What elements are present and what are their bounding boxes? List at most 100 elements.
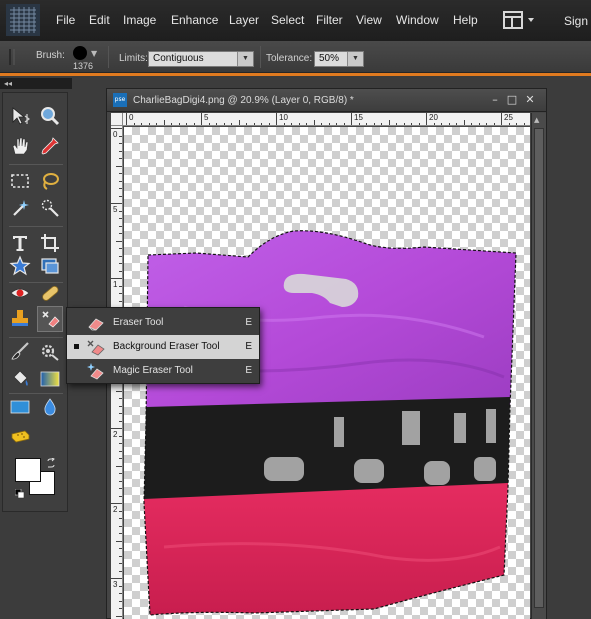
ruler-tick	[516, 123, 517, 125]
scroll-up-icon[interactable]: ▲	[534, 116, 539, 124]
options-grip-icon	[9, 49, 15, 65]
ruler-tick	[119, 143, 122, 144]
swap-colors-icon[interactable]	[46, 458, 56, 468]
ruler-tick	[111, 203, 122, 204]
background-eraser-tool-option[interactable]: Background Eraser Tool E	[67, 335, 259, 359]
ruler-origin	[111, 113, 123, 126]
spot-healing-tool[interactable]	[37, 280, 63, 306]
toolbox	[2, 92, 68, 512]
menu-help[interactable]: Help	[453, 13, 478, 27]
smart-brush-tool[interactable]	[37, 338, 63, 364]
ruler-tick	[119, 473, 122, 474]
ruler-tick	[508, 123, 510, 125]
ruler-tick	[119, 233, 122, 234]
ruler-tick	[523, 123, 525, 125]
move-tool[interactable]	[7, 103, 33, 129]
menu-layer[interactable]: Layer	[229, 13, 259, 27]
ruler-label: 25	[504, 113, 513, 122]
ruler-tick	[119, 285, 122, 287]
vertical-scrollbar[interactable]: ▲	[531, 113, 546, 619]
paintbrush-icon	[11, 342, 29, 360]
ruler-tick	[283, 123, 285, 125]
pse-badge: pse	[113, 93, 127, 107]
ruler-tick	[411, 123, 412, 125]
menu-filter[interactable]: Filter	[316, 13, 343, 27]
eraser-tool[interactable]	[37, 306, 63, 332]
magic-eraser-tool-option[interactable]: Magic Eraser Tool E	[67, 359, 259, 383]
menu-image[interactable]: Image	[123, 13, 156, 27]
stamp-icon	[12, 310, 28, 326]
eraser-tool-option[interactable]: Eraser Tool E	[67, 311, 259, 335]
ruler-label: 2	[113, 430, 118, 439]
zoom-tool[interactable]	[37, 103, 63, 129]
ruler-tick	[119, 188, 122, 189]
eyedropper-icon	[41, 137, 59, 155]
ruler-tick	[223, 123, 225, 125]
ruler-tick	[119, 600, 122, 602]
red-eye-tool[interactable]	[7, 280, 33, 306]
sponge-icon	[11, 430, 30, 443]
close-icon[interactable]: ✕	[524, 94, 536, 106]
brush-preview[interactable]	[73, 46, 87, 60]
ruler-tick	[358, 123, 360, 125]
paint-bucket-tool[interactable]	[7, 366, 33, 392]
default-colors-icon[interactable]	[15, 489, 25, 499]
sign-in-link[interactable]: Sign	[564, 14, 588, 28]
hand-tool[interactable]	[7, 133, 33, 159]
ruler-tick	[501, 113, 502, 125]
ruler-tick	[328, 123, 330, 125]
menu-select[interactable]: Select	[271, 13, 304, 27]
clone-stamp-tool[interactable]	[7, 306, 33, 332]
options-separator	[108, 46, 109, 68]
cookie-cutter-tool[interactable]	[7, 253, 33, 279]
quick-selection-tool[interactable]	[37, 195, 63, 221]
ruler-tick	[456, 123, 457, 125]
brush-tool[interactable]	[7, 338, 33, 364]
workspace-layout-button[interactable]	[500, 9, 540, 33]
ruler-tick	[119, 248, 122, 249]
menu-file[interactable]: File	[56, 13, 75, 27]
ruler-tick	[119, 480, 122, 482]
tolerance-field[interactable]: 50% ▼	[314, 51, 364, 67]
gradient-tool[interactable]	[37, 366, 63, 392]
ruler-tick	[119, 413, 122, 414]
menu-bar: File Edit Image Enhance Layer Select Fil…	[0, 0, 591, 41]
ruler-tick	[208, 123, 210, 125]
menu-view[interactable]: View	[356, 13, 382, 27]
menu-window[interactable]: Window	[396, 13, 439, 27]
ruler-tick	[119, 158, 122, 159]
ruler-tick	[119, 225, 122, 227]
ruler-tick	[246, 123, 247, 125]
foreground-color-swatch-top[interactable]	[15, 458, 41, 482]
ruler-tick	[261, 123, 262, 125]
sponge-tool[interactable]	[7, 423, 33, 449]
ruler-tick	[291, 123, 292, 125]
blur-tool[interactable]	[37, 394, 63, 420]
lasso-icon	[43, 173, 59, 190]
minimize-icon[interactable]: –	[489, 94, 501, 106]
ruler-tick	[119, 495, 122, 497]
recompose-tool[interactable]	[37, 253, 63, 279]
ruler-tick	[366, 123, 367, 125]
maximize-icon[interactable]: □	[506, 94, 518, 106]
ruler-tick	[119, 510, 122, 512]
magic-eraser-icon	[87, 363, 104, 380]
panel-collapse-button[interactable]: ◂◂	[0, 78, 72, 89]
ruler-tick	[119, 270, 122, 272]
limits-select[interactable]: Contiguous ▼	[148, 51, 254, 67]
lasso-tool[interactable]	[37, 168, 63, 194]
ruler-tick	[119, 458, 122, 459]
menu-edit[interactable]: Edit	[89, 13, 110, 27]
toolbox-separator	[9, 164, 63, 165]
ruler-tick	[276, 113, 277, 125]
marquee-tool[interactable]	[7, 168, 33, 194]
scrollbar-thumb[interactable]	[534, 128, 544, 608]
ruler-tick	[253, 123, 255, 125]
document-title-bar: pse CharlieBagDigi4.png @ 20.9% (Layer 0…	[107, 89, 546, 112]
brush-dropdown-icon[interactable]: ▼	[91, 49, 101, 59]
magic-wand-tool[interactable]	[7, 195, 33, 221]
menu-enhance[interactable]: Enhance	[171, 13, 218, 27]
eyedropper-tool[interactable]	[37, 133, 63, 159]
shape-tool[interactable]	[7, 394, 33, 420]
ruler-tick	[231, 123, 232, 125]
